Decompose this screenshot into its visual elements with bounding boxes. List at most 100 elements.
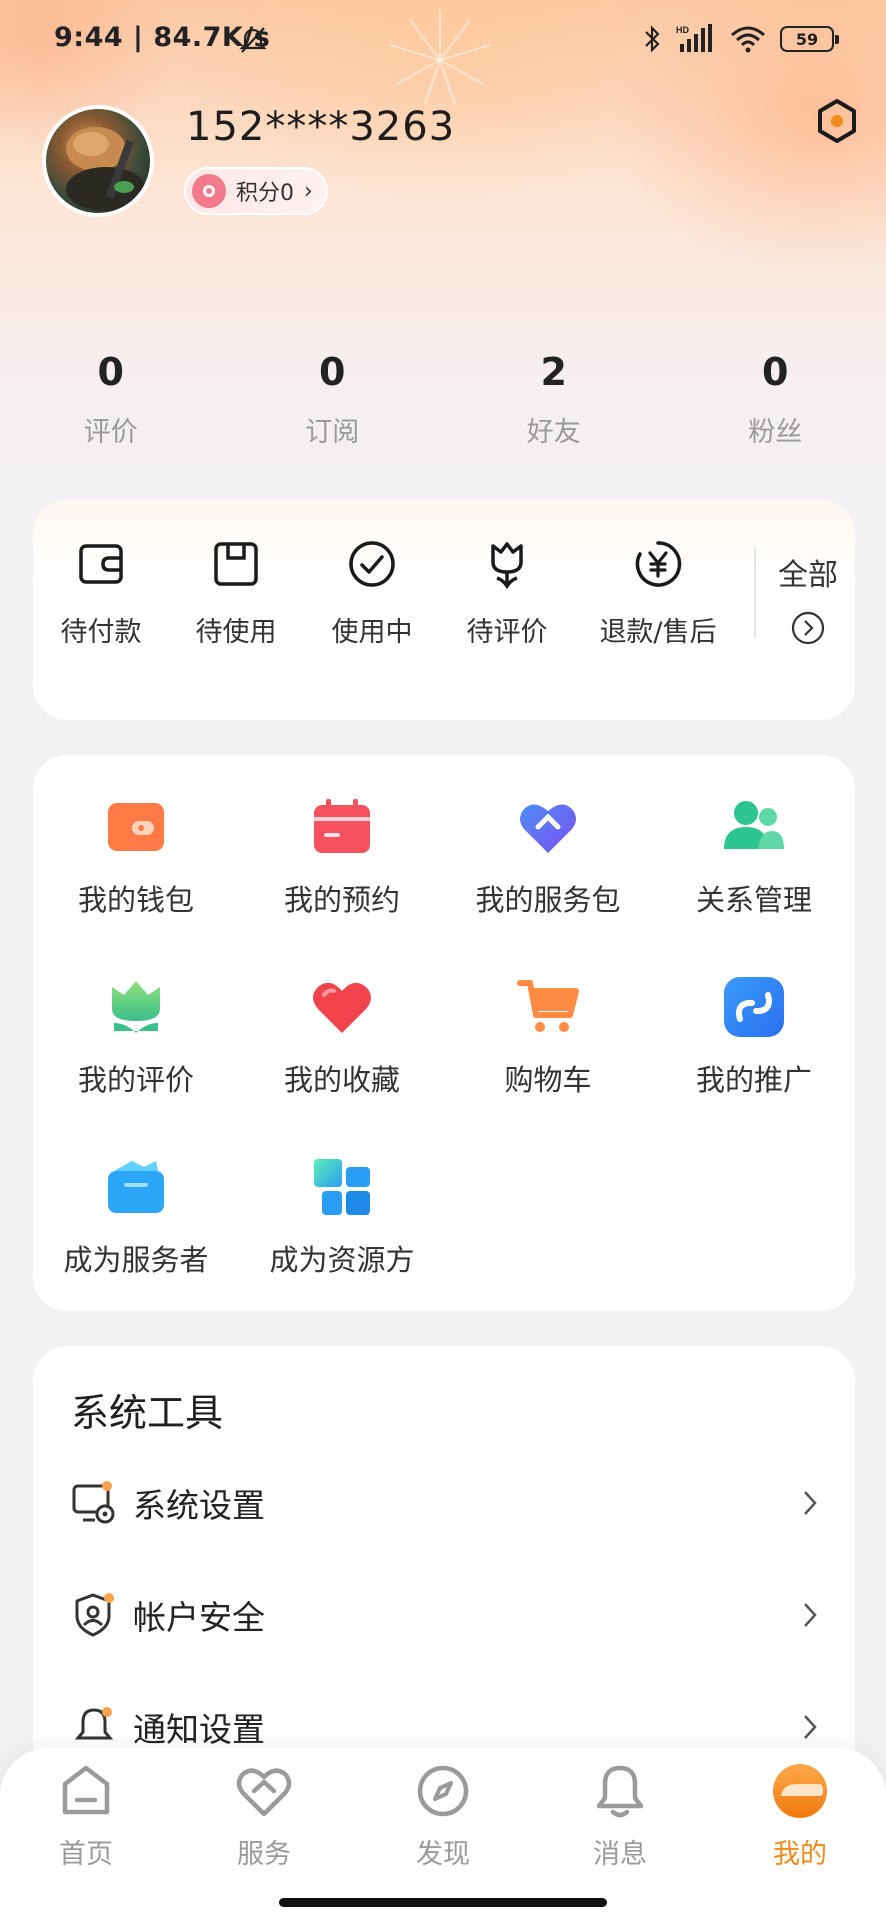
tool-label: 通知设置 [133,1710,265,1749]
battery-indicator: 59 [780,26,839,52]
hd-label: HD [676,25,689,35]
folder-icon [108,1161,164,1213]
avatar[interactable] [42,105,154,217]
chevron-circle-icon [791,611,825,645]
stat-label: 评价 [83,417,138,448]
tab-home[interactable]: 首页 [26,1762,146,1871]
tulip-icon [112,981,160,1033]
tab-label: 我的 [773,1839,827,1870]
cart-icon [517,980,579,1032]
shield-user-icon [75,1593,114,1637]
settings-hexagon-icon[interactable] [814,98,860,144]
orders-all-button[interactable]: 全部 [770,550,846,650]
wifi-icon [731,26,765,53]
service-label: 我的推广 [695,1063,812,1097]
profile-orange-icon [773,1764,827,1818]
stat-label: 订阅 [305,417,360,448]
bell-muted-icon [239,27,267,53]
order-label: 待评价 [466,617,548,648]
stat-subscriptions[interactable]: 0 订阅 [222,350,444,449]
tab-label: 消息 [593,1839,647,1870]
chat-bell-icon [596,1765,644,1818]
service-become-resource[interactable]: 成为资源方 [239,1155,445,1279]
cellular-signal-icon: HD [676,24,712,52]
service-package[interactable]: 我的服务包 [445,795,651,919]
home-icon [62,1765,110,1815]
tulip-outline-icon [491,542,523,590]
order-in-use[interactable]: 使用中 [322,536,422,649]
service-label: 成为服务者 [63,1243,209,1277]
stat-value: 0 [319,350,346,394]
service-appointment[interactable]: 我的预约 [239,795,445,919]
chevron-right-icon [804,1491,817,1515]
tool-account-security[interactable]: 帐户安全 [71,1585,823,1645]
stat-friends[interactable]: 2 好友 [443,350,665,449]
tab-services[interactable]: 服务 [204,1762,324,1871]
heart-icon [313,982,371,1033]
service-label: 我的服务包 [475,883,621,917]
service-label: 我的钱包 [77,883,194,917]
service-label: 关系管理 [695,883,812,917]
divider [754,546,756,638]
tab-label: 服务 [237,1839,291,1870]
order-label: 待付款 [60,617,142,648]
username[interactable]: 152****3263 [186,104,455,150]
grid-blocks-icon [314,1159,370,1215]
order-pending-use[interactable]: 待使用 [186,536,286,649]
service-heart-icon [520,804,576,853]
service-heart-outline-icon [236,1768,292,1817]
status-icons: HD 59 [642,24,839,54]
service-label: 我的评价 [77,1063,194,1097]
points-label: 积分0 [236,181,294,206]
system-tools-title: 系统工具 [71,1391,224,1435]
service-favorites[interactable]: 我的收藏 [239,975,445,1099]
home-indicator [279,1898,607,1907]
tool-label: 系统设置 [133,1486,265,1525]
stat-fans[interactable]: 0 粉丝 [665,350,886,449]
chevron-right-icon [804,1715,817,1739]
chevron-right-icon: › [304,178,313,204]
stat-value: 0 [97,350,124,394]
order-pending-review[interactable]: 待评价 [457,536,557,649]
calendar-icon [314,799,370,853]
service-cart[interactable]: 购物车 [445,975,651,1099]
share-link-icon [724,977,784,1037]
service-label: 成为资源方 [269,1243,415,1277]
tool-system-settings[interactable]: 系统设置 [71,1473,823,1533]
tab-profile[interactable]: 我的 [740,1762,860,1871]
stat-value: 2 [540,350,567,394]
orders-card: 待付款 待使用 使用中 待评价 退款/售后 全部 [33,500,855,720]
bell-icon [74,1707,114,1740]
stat-label: 好友 [526,417,581,448]
service-reviews[interactable]: 我的评价 [33,975,239,1099]
profile-stats: 0 评价 0 订阅 2 好友 0 粉丝 [0,350,886,449]
people-icon [724,801,784,849]
tab-messages[interactable]: 消息 [560,1762,680,1871]
tab-discover[interactable]: 发现 [383,1762,503,1871]
check-circle-icon [349,541,395,587]
service-label: 购物车 [504,1063,592,1097]
service-label: 我的预约 [283,883,400,917]
stat-value: 0 [762,350,789,394]
order-label: 退款/售后 [599,617,717,648]
bag-outline-icon [214,542,258,586]
service-wallet[interactable]: 我的钱包 [33,795,239,919]
chevron-right-icon [804,1603,817,1627]
tab-label: 首页 [59,1839,113,1870]
order-refund[interactable]: 退款/售后 [593,536,723,649]
stat-reviews[interactable]: 0 评价 [0,350,222,449]
tool-label: 帐户安全 [133,1598,265,1637]
services-card: 我的钱包 我的预约 我的服务包 关系管理 我的评价 我的收藏 购物车 我的推广 … [33,755,855,1311]
bottom-tab-bar: 首页 服务 发现 消息 我的 [0,1748,886,1920]
order-pending-payment[interactable]: 待付款 [51,536,151,649]
points-button[interactable]: 积分0 › [184,167,328,215]
points-badge-icon [192,174,226,208]
service-relations[interactable]: 关系管理 [651,795,857,919]
bluetooth-icon [645,25,660,53]
wallet-outline-icon [79,544,123,584]
service-become-provider[interactable]: 成为服务者 [33,1155,239,1279]
status-bar: 9:44 | 84.7K/s HD 59 [0,0,886,80]
service-promotion[interactable]: 我的推广 [651,975,857,1099]
monitor-gear-icon [72,1481,115,1524]
service-label: 我的收藏 [283,1063,400,1097]
